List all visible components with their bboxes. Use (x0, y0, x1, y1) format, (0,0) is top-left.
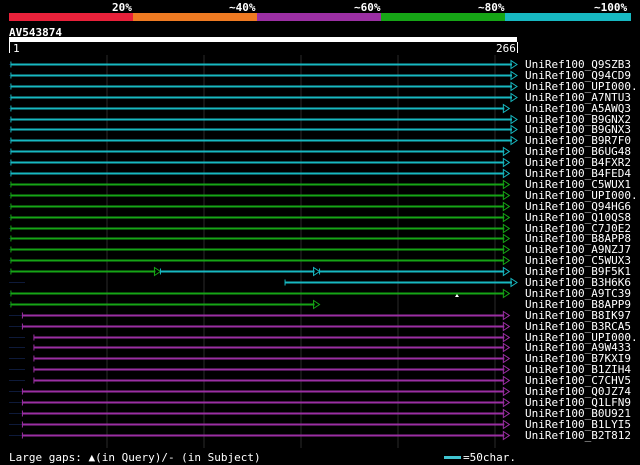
hit-label[interactable]: UniRef100_B8APP8 (525, 233, 631, 244)
hit-row[interactable] (10, 233, 511, 244)
hit-label[interactable]: UniRef100_B7KXI9 (525, 353, 631, 364)
hit-row[interactable] (33, 353, 511, 364)
hit-row[interactable] (10, 59, 518, 70)
hit-row[interactable] (21, 310, 511, 321)
hit-row[interactable] (10, 114, 518, 125)
hit-row[interactable] (10, 201, 511, 212)
hit-row[interactable] (10, 266, 511, 277)
hit-row[interactable] (33, 375, 511, 386)
hit-row[interactable] (10, 179, 511, 190)
hit-label[interactable]: UniRef100_A5AWQ3 (525, 103, 631, 114)
hit-row[interactable] (33, 342, 511, 353)
large-gaps-legend: Large gaps: ▲(in Query)/- (in Subject) (9, 451, 261, 464)
hit-row[interactable] (10, 255, 511, 266)
hit-label[interactable]: UniRef100_Q10QS8 (525, 212, 631, 223)
hit-label[interactable]: UniRef100_C5WUX3 (525, 255, 631, 266)
hit-label[interactable]: UniRef100_B2T812 (525, 430, 631, 441)
hit-row[interactable] (10, 299, 321, 310)
hit-row[interactable] (10, 190, 511, 201)
hit-label[interactable]: UniRef100_B4FXR2 (525, 157, 631, 168)
hit-label[interactable]: UniRef100_B4FED4 (525, 168, 631, 179)
hit-label[interactable]: UniRef100_B8IK97 (525, 310, 631, 321)
hit-label[interactable]: UniRef100_Q1LFN9 (525, 397, 631, 408)
hit-row[interactable] (10, 146, 511, 157)
hit-row[interactable] (10, 81, 518, 92)
hit-label[interactable]: UniRef100_A7NTU3 (525, 92, 631, 103)
hit-row[interactable] (21, 419, 511, 430)
hit-row[interactable] (21, 397, 511, 408)
hit-row[interactable] (21, 408, 511, 419)
hit-label[interactable]: UniRef100_C7CHV5 (525, 375, 631, 386)
scale-label: =50char. (463, 451, 516, 464)
hit-label[interactable]: UniRef100_B9R7F0 (525, 135, 631, 146)
hit-row[interactable] (10, 212, 511, 223)
hit-row[interactable] (21, 386, 511, 397)
hit-row[interactable] (21, 430, 511, 441)
scale-bar (444, 456, 461, 459)
hit-row[interactable] (21, 321, 511, 332)
hit-label[interactable]: UniRef100_A9TC39 (525, 288, 631, 299)
hit-row[interactable] (10, 288, 511, 299)
hit-row[interactable] (10, 124, 518, 135)
hit-label[interactable]: UniRef100_B3H6K6 (525, 277, 631, 288)
hit-label[interactable]: UniRef100_UPI000.. (525, 81, 640, 92)
hit-label[interactable]: UniRef100_C5WUX1 (525, 179, 631, 190)
hit-label[interactable]: UniRef100_UPI000.. (525, 190, 640, 201)
hit-label[interactable]: UniRef100_Q94HG6 (525, 201, 631, 212)
hit-row[interactable] (10, 168, 511, 179)
hit-row[interactable] (10, 92, 518, 103)
hit-label[interactable]: UniRef100_A9W433 (525, 342, 631, 353)
hit-row[interactable] (33, 364, 511, 375)
hit-label[interactable]: UniRef100_Q0JZ74 (525, 386, 631, 397)
hit-row[interactable] (284, 277, 518, 288)
hit-label[interactable]: UniRef100_B1ZIH4 (525, 364, 631, 375)
hit-label[interactable]: UniRef100_B0U921 (525, 408, 631, 419)
hit-label[interactable]: UniRef100_B3RCA5 (525, 321, 631, 332)
hit-row[interactable] (10, 157, 511, 168)
hit-label[interactable]: UniRef100_B6UG48 (525, 146, 631, 157)
hit-label[interactable]: UniRef100_Q94CD9 (525, 70, 631, 81)
hit-row[interactable] (10, 70, 518, 81)
hit-label[interactable]: UniRef100_B9GNX3 (525, 124, 631, 135)
hit-row[interactable] (10, 244, 511, 255)
hit-label[interactable]: UniRef100_B8APP9 (525, 299, 631, 310)
hit-row[interactable] (33, 332, 511, 343)
hit-row[interactable] (10, 223, 511, 234)
hit-label[interactable]: UniRef100_B1LYI5 (525, 419, 631, 430)
hit-row[interactable] (10, 103, 511, 114)
hit-row[interactable] (10, 135, 518, 146)
hit-label[interactable]: UniRef100_Q9SZB3 (525, 59, 631, 70)
hit-label[interactable]: UniRef100_A9NZJ7 (525, 244, 631, 255)
hit-label[interactable]: UniRef100_B9F5K1 (525, 266, 631, 277)
